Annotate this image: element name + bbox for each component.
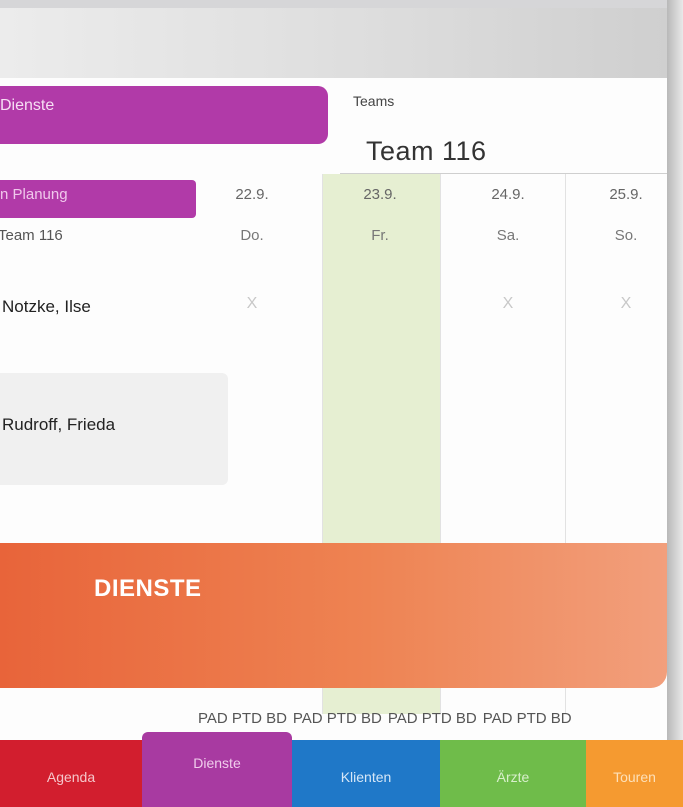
app-screen: Dienste Teams Team 116 n Planung Team 11… <box>0 8 667 807</box>
column-date[interactable]: 24.9. <box>478 186 538 203</box>
tab-klienten[interactable]: Klienten <box>292 740 440 807</box>
column-date[interactable]: 23.9. <box>350 186 410 203</box>
column-day: Fr. <box>371 227 389 244</box>
legend-group: PAD PTD BD <box>198 710 287 727</box>
bottom-tab-bar: Agenda Dienste Klienten Ärzte Touren <box>0 732 683 807</box>
device-edge <box>667 0 683 807</box>
tab-agenda[interactable]: Agenda <box>0 740 142 807</box>
shift-cell[interactable]: X <box>611 295 641 313</box>
tab-touren[interactable]: Touren <box>586 740 683 807</box>
team-title: Team 116 <box>366 136 487 166</box>
shift-cell[interactable]: X <box>237 295 267 313</box>
column-day: So. <box>614 227 638 244</box>
tab-label: Touren <box>613 769 656 785</box>
legend-group: PAD PTD BD <box>387 710 477 727</box>
shift-cell[interactable]: X <box>493 295 523 313</box>
legend-group: PAD PTD BD <box>292 710 382 727</box>
column-date[interactable]: 22.9. <box>222 186 282 203</box>
device-top-rim <box>0 0 683 8</box>
tab-label: Agenda <box>46 769 96 785</box>
device-frame: Dienste Teams Team 116 n Planung Team 11… <box>0 0 683 807</box>
top-bar <box>0 8 667 78</box>
tab-label: Dienste <box>193 755 241 771</box>
team-filter-label: Team 116 <box>0 227 63 244</box>
section-title: Dienste <box>0 97 55 114</box>
legend-group: PAD PTD BD <box>482 710 572 727</box>
tab-label: Ärzte <box>496 769 530 785</box>
shift-type-legend: PAD PTD BD PAD PTD BD PAD PTD BD PAD PTD BD <box>198 710 578 727</box>
teams-label[interactable]: Teams <box>353 93 394 109</box>
promo-banner <box>0 543 667 688</box>
tab-dienste[interactable]: Dienste <box>142 732 292 807</box>
column-date[interactable]: 25.9. <box>596 186 656 203</box>
planung-filter-button[interactable]: n Planung <box>0 180 196 218</box>
planung-label: n Planung <box>0 186 68 203</box>
employee-name[interactable]: Notzke, Ilse <box>2 297 91 317</box>
column-day: Sa. <box>496 227 520 244</box>
section-header-dienste: Dienste <box>0 86 328 144</box>
employee-name[interactable]: Rudroff, Frieda <box>2 415 115 435</box>
banner-title: DIENSTE <box>94 575 202 602</box>
tab-arzte[interactable]: Ärzte <box>440 740 586 807</box>
column-day: Do. <box>240 227 264 244</box>
tab-label: Klienten <box>340 769 392 785</box>
